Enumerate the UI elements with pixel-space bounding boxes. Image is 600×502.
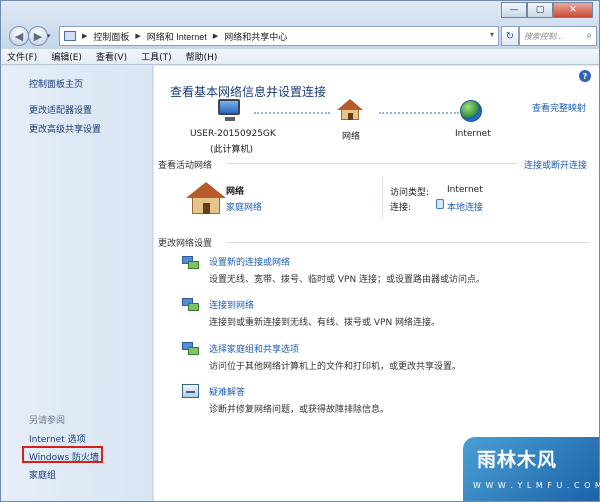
menu-bar: 文件(F) 编辑(E) 查看(V) 工具(T) 帮助(H)	[1, 49, 599, 65]
title-bar: — ▢ ✕ ◀ ▶ ▾ ▶ 控制面板 ▶ 网络和 Internet ▶ 网络和共…	[1, 1, 599, 49]
view-full-map-link[interactable]: 查看完整映射	[532, 101, 586, 114]
refresh-icon: ↻	[505, 30, 515, 42]
computer-stand	[225, 117, 235, 121]
control-panel-icon	[64, 31, 76, 41]
recent-pages-dropdown-icon[interactable]: ▾	[47, 32, 51, 40]
change-settings-heading: 更改网络设置	[158, 239, 213, 249]
task-new-connection-link[interactable]: 设置新的连接或网络	[209, 255, 290, 268]
breadcrumb-separator: ▶	[82, 32, 88, 40]
this-computer-label: (此计算机)	[210, 145, 254, 155]
chevron-down-icon: ▾	[489, 30, 494, 39]
menu-edit[interactable]: 编辑(E)	[51, 50, 82, 63]
connection-line	[379, 112, 459, 114]
sidebar-item-internet-options[interactable]: Internet 选项	[29, 432, 86, 445]
page-title: 查看基本网络信息并设置连接	[170, 85, 327, 99]
search-input[interactable]: 搜索控制... ⌕	[519, 26, 597, 46]
computer-icon	[218, 99, 240, 115]
task-new-connection-desc: 设置无线、宽带、拨号、临时或 VPN 连接；或设置路由器或访问点。	[209, 275, 486, 285]
access-type-label: 访问类型:	[390, 188, 430, 198]
caption-buttons: — ▢ ✕	[501, 2, 593, 18]
new-connection-icon	[182, 254, 200, 270]
access-type-value: Internet	[447, 185, 483, 195]
forward-arrow-icon: ▶	[33, 29, 43, 43]
main-content: ? 查看基本网络信息并设置连接 查看完整映射 USER-20150925GK (…	[154, 66, 599, 501]
sidebar-item-control-panel-home[interactable]: 控制面板主页	[29, 77, 83, 90]
window: — ▢ ✕ ◀ ▶ ▾ ▶ 控制面板 ▶ 网络和 Internet ▶ 网络和共…	[0, 0, 600, 502]
task-troubleshoot-link[interactable]: 疑难解答	[209, 385, 245, 398]
task-connect-network-desc: 连接到或重新连接到无线、有线、拨号或 VPN 网络连接。	[209, 318, 441, 328]
network-type-link[interactable]: 家庭网络	[226, 200, 262, 213]
sidebar-item-advanced-sharing[interactable]: 更改高级共享设置	[29, 122, 101, 135]
address-bar[interactable]: ▶ 控制面板 ▶ 网络和 Internet ▶ 网络和共享中心 ▾	[59, 26, 499, 46]
connect-network-icon	[182, 296, 200, 312]
connection-line	[254, 112, 330, 114]
troubleshoot-icon	[182, 384, 199, 398]
forward-button[interactable]: ▶	[28, 26, 48, 46]
firewall-highlight-box	[22, 446, 103, 463]
breadcrumb-control-panel[interactable]: 控制面板	[93, 30, 129, 43]
task-homegroup-link[interactable]: 选择家庭组和共享选项	[209, 342, 299, 355]
sidebar: 控制面板主页 更改适配器设置 更改高级共享设置 另请参阅 Internet 选项…	[1, 66, 153, 501]
connect-disconnect-link[interactable]: 连接或断开连接	[524, 158, 587, 171]
back-button[interactable]: ◀	[9, 26, 29, 46]
see-also-heading: 另请参阅	[29, 416, 66, 426]
network-house-icon	[337, 99, 363, 121]
connection-label: 连接:	[390, 203, 412, 213]
search-icon: ⌕	[586, 30, 592, 41]
local-connection-link[interactable]: 本地连接	[447, 200, 483, 213]
network-node-label: 网络	[342, 132, 361, 142]
home-network-icon	[186, 182, 226, 214]
local-connection-icon	[436, 199, 444, 209]
menu-help[interactable]: 帮助(H)	[186, 50, 218, 63]
menu-tools[interactable]: 工具(T)	[141, 50, 172, 63]
internet-globe-icon	[460, 100, 482, 122]
breadcrumb-separator: ▶	[212, 32, 219, 40]
breadcrumb-network-sharing-center[interactable]: 网络和共享中心	[224, 30, 287, 43]
sidebar-item-homegroup[interactable]: 家庭组	[29, 468, 56, 481]
breadcrumb-network-internet[interactable]: 网络和 Internet	[147, 30, 207, 43]
maximize-button[interactable]: ▢	[527, 2, 553, 18]
search-placeholder: 搜索控制...	[524, 31, 564, 41]
back-arrow-icon: ◀	[14, 29, 24, 43]
divider	[226, 242, 590, 243]
divider	[226, 163, 518, 164]
address-dropdown[interactable]: ▾	[490, 30, 494, 39]
watermark-logo: 雨林木风 W W W . Y L M F U . C O M	[463, 437, 600, 501]
computer-name: USER-20150925GK	[190, 129, 276, 139]
help-icon[interactable]: ?	[579, 70, 591, 82]
breadcrumb-separator: ▶	[135, 32, 141, 40]
menu-view[interactable]: 查看(V)	[96, 50, 127, 63]
sidebar-item-adapter-settings[interactable]: 更改适配器设置	[29, 103, 92, 116]
close-button[interactable]: ✕	[553, 2, 593, 18]
minimize-button[interactable]: —	[501, 2, 527, 18]
task-connect-network-link[interactable]: 连接到网络	[209, 298, 254, 311]
active-networks-heading: 查看活动网络	[158, 161, 213, 171]
internet-node-label: Internet	[455, 129, 491, 139]
homegroup-sharing-icon	[182, 340, 200, 356]
watermark-title: 雨林木风	[477, 449, 558, 471]
task-troubleshoot-desc: 诊断并修复网络问题，或获得故障排除信息。	[209, 405, 390, 415]
menu-file[interactable]: 文件(F)	[7, 50, 37, 63]
refresh-button[interactable]: ↻	[501, 26, 519, 46]
vertical-divider	[382, 178, 383, 218]
watermark-url: W W W . Y L M F U . C O M	[473, 481, 600, 490]
network-name: 网络	[226, 187, 245, 197]
task-homegroup-desc: 访问位于其他网络计算机上的文件和打印机，或更改共享设置。	[209, 362, 462, 372]
